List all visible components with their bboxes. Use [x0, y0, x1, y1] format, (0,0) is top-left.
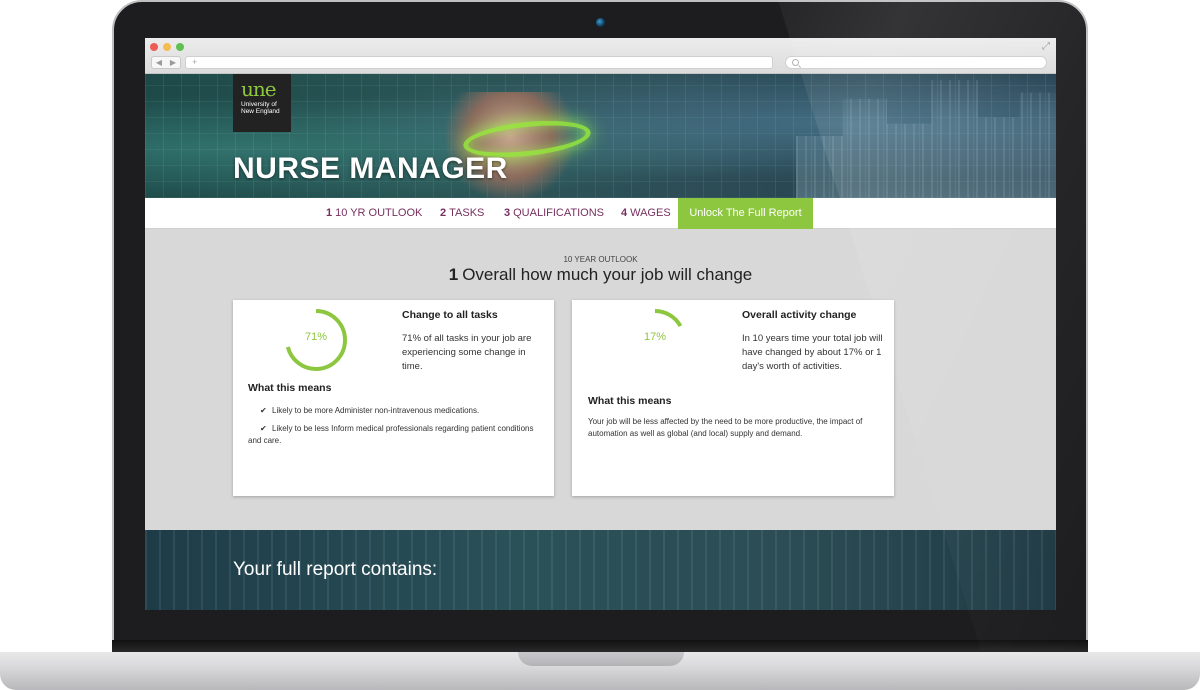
tab-number: 3	[504, 207, 511, 219]
activity-change-ring: 17%	[622, 307, 688, 373]
check-icon: ✔	[260, 424, 267, 433]
section-title-text: Overall how much your job will change	[462, 265, 753, 284]
tab-number: 4	[621, 207, 628, 219]
what-this-means-heading: What this means	[248, 382, 332, 394]
logo-line-1: University of	[241, 101, 277, 108]
tab-10yr-outlook[interactable]: 1 10 YR OUTLOOK	[326, 198, 422, 229]
tab-tasks[interactable]: 2 TASKS	[440, 198, 484, 229]
check-icon: ✔	[260, 406, 267, 415]
hero-banner: une University of New England NURSE MANA…	[145, 74, 1056, 198]
page-title: NURSE MANAGER	[233, 152, 508, 185]
list-item-text: Likely to be more Administer non-intrave…	[272, 406, 480, 415]
unlock-report-button[interactable]: Unlock The Full Report	[678, 198, 813, 229]
tab-number: 2	[440, 207, 447, 219]
tab-number: 1	[326, 207, 333, 219]
tab-label: TASKS	[449, 207, 485, 219]
une-logo[interactable]: une University of New England	[233, 74, 291, 132]
tab-label: WAGES	[630, 207, 671, 219]
card-heading: Overall activity change	[742, 309, 857, 321]
activity-change-card: 17% Overall activity change In 10 years …	[572, 300, 894, 496]
card-body: 71% of all tasks in your job are experie…	[402, 333, 532, 372]
search-icon	[792, 59, 799, 66]
fullscreen-icon[interactable]: ⤢	[1042, 41, 1050, 52]
tab-wages[interactable]: 4 WAGES	[621, 198, 671, 229]
browser-toolbar: ⤢ ◀ ▶ +	[145, 38, 1056, 74]
what-this-means-heading: What this means	[588, 395, 672, 407]
tab-label: QUALIFICATIONS	[513, 207, 604, 219]
list-item: ✔ Likely to be less Inform medical profes…	[248, 423, 538, 447]
logo-text: University of New England	[241, 101, 291, 115]
window-maximize-button[interactable]	[176, 43, 184, 51]
activity-change-value: 17%	[643, 331, 667, 343]
tab-qualifications[interactable]: 3 QUALIFICATIONS	[504, 198, 604, 229]
full-report-banner: Your full report contains:	[145, 530, 1056, 610]
section-title: 1 Overall how much your job will change	[145, 265, 1056, 285]
task-change-value: 71%	[304, 331, 328, 343]
full-report-title: Your full report contains:	[233, 559, 438, 580]
logo-line-2: New England	[241, 108, 280, 115]
address-bar[interactable]: +	[185, 56, 773, 69]
what-this-means-text: Your job will be less affected by the ne…	[588, 417, 863, 438]
list-item: ✔ Likely to be more Administer non-intrav…	[248, 405, 538, 417]
section-nav: 1 10 YR OUTLOOK 2 TASKS 3 QUALIFICATIONS 4W…	[145, 198, 1056, 229]
tab-label: 10 YR OUTLOOK	[335, 207, 423, 219]
back-icon[interactable]: ◀	[156, 58, 162, 67]
window-minimize-button[interactable]	[163, 43, 171, 51]
task-change-card: 71% Change to all tasks 71% of all tasks…	[233, 300, 554, 496]
browser-search-input[interactable]	[785, 56, 1047, 69]
forward-icon[interactable]: ▶	[170, 58, 176, 67]
list-item-text: Likely to be less Inform medical profess…	[248, 424, 534, 445]
card-heading: Change to all tasks	[402, 309, 498, 321]
history-arrows: ◀ ▶	[151, 56, 181, 69]
outlook-section: 10 YEAR OUTLOOK 1 Overall how much your j…	[145, 229, 1056, 530]
section-number: 1	[448, 265, 459, 284]
browser-window: ⤢ ◀ ▶ + une University of New England NU…	[145, 38, 1056, 610]
window-close-button[interactable]	[150, 43, 158, 51]
section-kicker: 10 YEAR OUTLOOK	[563, 255, 638, 264]
logo-mark: une	[241, 77, 277, 101]
camera-icon	[596, 18, 605, 27]
task-change-ring: 71%	[283, 307, 349, 373]
laptop-notch	[518, 652, 684, 666]
card-body: In 10 years time your total job will hav…	[742, 333, 883, 372]
